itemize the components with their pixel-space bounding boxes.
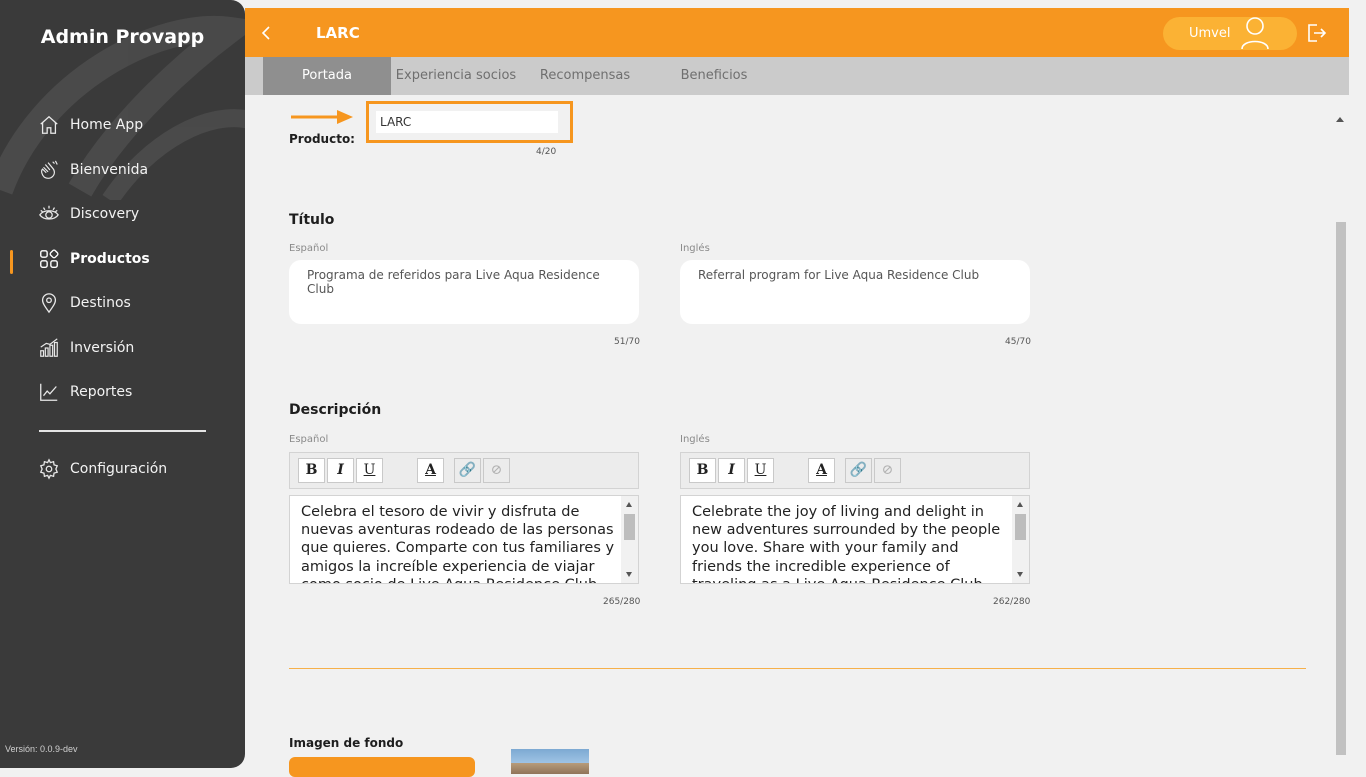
titulo-en-counter: 45/70 [1005, 337, 1031, 347]
imagen-heading: Imagen de fondo [289, 736, 404, 750]
chevron-left-icon[interactable] [259, 23, 273, 43]
sidebar-item-label: Inversión [70, 340, 135, 356]
sidebar-item-reportes[interactable]: Reportes [38, 379, 132, 405]
titulo-heading: Título [289, 212, 335, 228]
sidebar-item-label: Productos [70, 251, 150, 267]
sidebar-item-destinos[interactable]: Destinos [38, 290, 131, 316]
descripcion-es-text: Celebra el tesoro de vivir y disfruta de… [301, 504, 615, 583]
top-bar: LARC Umvel [245, 8, 1351, 57]
page-scrollbar[interactable] [1349, 0, 1366, 768]
sidebar: Admin Provapp Home App Bienvenida Discov… [0, 0, 245, 768]
product-counter: 4/20 [536, 147, 557, 157]
text-color-button[interactable]: A [417, 458, 444, 483]
titulo-es-input[interactable]: Programa de referidos para Live Aqua Res… [289, 260, 639, 324]
sidebar-item-inversion[interactable]: Inversión [38, 335, 134, 361]
page-title: LARC [316, 24, 360, 42]
link-icon[interactable]: 🔗 [454, 458, 481, 483]
product-label: Producto: [289, 132, 355, 146]
sidebar-item-bienvenida[interactable]: Bienvenida [38, 157, 148, 183]
location-pin-icon [41, 293, 57, 314]
titulo-en-label: Inglés [680, 243, 710, 254]
descripcion-es-toolbar: B I U A 🔗 ⊘ [289, 452, 639, 489]
user-name: Umvel [1189, 26, 1231, 41]
active-indicator [10, 250, 13, 274]
sidebar-item-label: Discovery [70, 206, 140, 222]
content-scrollbar[interactable] [1333, 107, 1348, 768]
sidebar-item-label: Configuración [70, 461, 168, 477]
section-divider [289, 668, 1306, 669]
tab-beneficios[interactable]: Beneficios [673, 57, 755, 95]
sidebar-divider [39, 430, 206, 432]
tab-bar: Portada Experiencia socios Recompensas B… [245, 57, 1349, 95]
app-brand: Admin Provapp [40, 26, 205, 48]
product-input[interactable] [376, 111, 558, 133]
scroll-up-icon[interactable] [1336, 117, 1344, 122]
titulo-es-counter: 51/70 [614, 337, 640, 347]
grid-icon [40, 249, 59, 268]
italic-button[interactable]: I [718, 458, 745, 483]
sidebar-item-label: Reportes [70, 384, 133, 400]
tab-experiencia-socios[interactable]: Experiencia socios [395, 57, 517, 95]
version-label: Versión: 0.0.9-dev [5, 744, 78, 754]
sidebar-item-discovery[interactable]: Discovery [38, 201, 139, 227]
underline-button[interactable]: U [747, 458, 774, 483]
user-menu[interactable]: Umvel [1163, 17, 1297, 50]
bold-button[interactable]: B [689, 458, 716, 483]
logout-icon[interactable] [1305, 22, 1327, 44]
home-icon [40, 115, 58, 134]
descripcion-en-counter: 262/280 [993, 597, 1031, 607]
bar-chart-icon [40, 338, 58, 357]
user-avatar-icon [1241, 17, 1269, 50]
text-color-button[interactable]: A [808, 458, 835, 483]
unlink-icon[interactable]: ⊘ [483, 458, 510, 483]
titulo-es-label: Español [289, 243, 329, 254]
descripcion-es-editor[interactable]: Celebra el tesoro de vivir y disfruta de… [289, 495, 639, 584]
link-icon[interactable]: 🔗 [845, 458, 872, 483]
sidebar-item-configuracion[interactable]: Configuración [38, 456, 167, 482]
sidebar-item-label: Home App [70, 117, 144, 133]
background-image-thumbnail [511, 749, 589, 774]
descripcion-en-text: Celebrate the joy of living and delight … [692, 504, 1001, 583]
product-field-highlight [366, 101, 573, 143]
descripcion-en-editor[interactable]: Celebrate the joy of living and delight … [680, 495, 1030, 584]
sidebar-item-home-app[interactable]: Home App [38, 112, 143, 138]
descripcion-heading: Descripción [289, 402, 382, 418]
tab-recompensas[interactable]: Recompensas [535, 57, 635, 95]
waving-hand-icon [41, 160, 58, 179]
descripcion-es-label: Español [289, 434, 329, 445]
italic-button[interactable]: I [327, 458, 354, 483]
bold-button[interactable]: B [298, 458, 325, 483]
scrollbar-thumb[interactable] [1336, 222, 1346, 755]
sidebar-item-label: Bienvenida [70, 162, 149, 178]
upload-image-button[interactable] [289, 757, 475, 777]
sidebar-item-label: Destinos [70, 295, 131, 311]
tab-portada[interactable]: Portada [263, 57, 391, 95]
descripcion-en-toolbar: B I U A 🔗 ⊘ [680, 452, 1030, 489]
arrow-right-icon [291, 110, 353, 124]
descripcion-es-counter: 265/280 [603, 597, 641, 607]
line-chart-icon [40, 383, 58, 401]
descripcion-en-label: Inglés [680, 434, 710, 445]
titulo-en-input[interactable]: Referral program for Live Aqua Residence… [680, 260, 1030, 324]
editor-scrollbar[interactable] [621, 496, 638, 583]
unlink-icon[interactable]: ⊘ [874, 458, 901, 483]
underline-button[interactable]: U [356, 458, 383, 483]
sidebar-item-productos[interactable]: Productos [38, 246, 150, 272]
eye-icon [39, 205, 59, 220]
editor-scrollbar[interactable] [1012, 496, 1029, 583]
gear-icon [39, 458, 59, 480]
